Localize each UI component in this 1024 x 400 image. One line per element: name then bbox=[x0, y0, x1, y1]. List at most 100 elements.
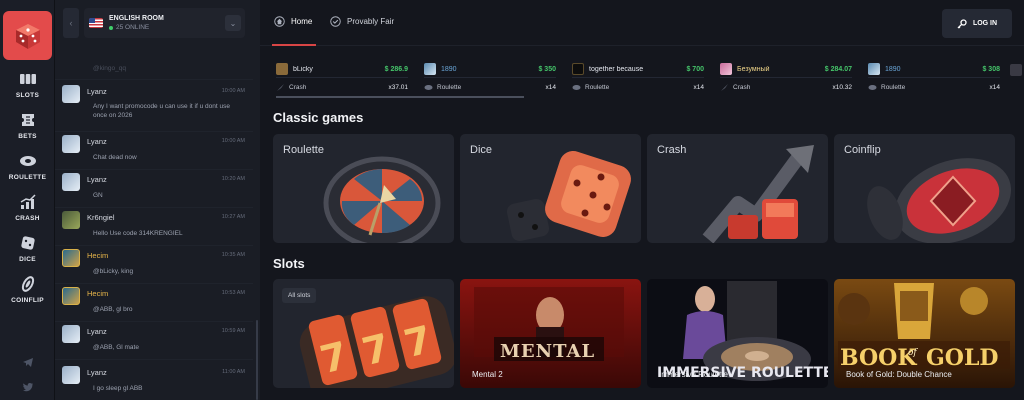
message-time: 10:59 AM bbox=[221, 328, 245, 334]
message-time: 10:00 AM bbox=[221, 88, 245, 94]
roulette-icon bbox=[424, 84, 433, 90]
bet-amount: $ 284.07 bbox=[824, 65, 852, 73]
bet-game: Roulette bbox=[437, 83, 462, 91]
crash-chart-icon bbox=[20, 194, 36, 209]
rail-item-dice[interactable]: DICE bbox=[0, 234, 55, 263]
bet-multiplier: x10.32 bbox=[832, 83, 852, 91]
bet-amount: $ 308 bbox=[982, 65, 1000, 73]
bet-card[interactable]: 1890 $ 308 Roulette x14 bbox=[864, 58, 1004, 98]
message-text: @kingo_qq bbox=[93, 65, 126, 72]
rail-item-slots[interactable]: SLOTS bbox=[0, 70, 55, 99]
slot-reels-art: 7 7 7 bbox=[299, 296, 454, 388]
username[interactable]: Lyanz bbox=[87, 87, 107, 96]
game-tile-crash[interactable]: Crash bbox=[647, 134, 828, 243]
rail-item-coinflip[interactable]: COINFLIP bbox=[0, 275, 55, 304]
svg-text:GOLD: GOLD bbox=[926, 345, 999, 371]
avatar[interactable] bbox=[62, 325, 80, 343]
telegram-link[interactable] bbox=[0, 356, 55, 368]
username[interactable]: Lyanz bbox=[87, 368, 107, 377]
room-name: ENGLISH ROOM bbox=[109, 15, 164, 22]
bet-card[interactable]: Безумный $ 284.07 Crash x10.32 bbox=[716, 58, 856, 98]
avatar[interactable] bbox=[62, 85, 80, 103]
message-time: 10:35 AM bbox=[221, 252, 245, 258]
avatar[interactable] bbox=[62, 173, 80, 191]
chat-room-selector[interactable]: ENGLISH ROOM 25 ONLINE ⌄ bbox=[84, 8, 245, 38]
username[interactable]: Lyanz bbox=[87, 175, 107, 184]
avatar[interactable] bbox=[62, 211, 80, 229]
message-text: @ABB, Gl mate bbox=[93, 344, 139, 351]
username[interactable]: Kr6ngiel bbox=[87, 213, 115, 222]
message-text: Any I want promocode u can use it if u d… bbox=[93, 103, 230, 119]
chat-message: Hecim 10:35 AM @bLicky, king bbox=[55, 246, 253, 284]
key-icon bbox=[957, 18, 967, 28]
chat-message: Lyanz 10:00 AM Chat dead now bbox=[55, 132, 253, 170]
bet-username: bLicky bbox=[293, 65, 313, 73]
tab-fair-label: Provably Fair bbox=[347, 17, 395, 26]
slot-tile-all[interactable]: All slots 7 7 7 bbox=[273, 279, 454, 388]
username[interactable]: Hecim bbox=[87, 251, 108, 260]
coinflip-art bbox=[867, 158, 1012, 243]
tab-home[interactable]: Home bbox=[274, 16, 312, 27]
bet-game: Roulette bbox=[881, 83, 906, 91]
rail-item-label: CRASH bbox=[15, 215, 40, 222]
message-text: Hello Use code 314KRENGIEL bbox=[93, 230, 183, 237]
avatar[interactable] bbox=[62, 135, 80, 153]
rail-item-roulette[interactable]: ROULETTE bbox=[0, 152, 55, 181]
dice-icon bbox=[20, 236, 35, 250]
collapse-chat-button[interactable]: ‹ bbox=[63, 8, 79, 38]
slot-tile-mental[interactable]: MENTAL Mental 2 bbox=[460, 279, 641, 388]
avatar[interactable] bbox=[62, 249, 80, 267]
chat-messages[interactable]: @kingo_qq Lyanz 10:00 AM Any I want prom… bbox=[55, 46, 260, 400]
chevron-left-icon: ‹ bbox=[69, 18, 73, 28]
us-flag-icon bbox=[89, 18, 103, 28]
bet-multiplier: x14 bbox=[989, 83, 1000, 91]
user-avatar bbox=[1010, 64, 1022, 76]
slot-tile-book-of-gold[interactable]: BOOK of GOLD Book of Gold: Double Chance bbox=[834, 279, 1015, 388]
slot-tile-label: Book of Gold: Double Chance bbox=[846, 370, 952, 379]
main-content: Home Provably Fair LOG IN bLicky $ 286.9 … bbox=[260, 0, 1024, 400]
chevron-down-icon[interactable]: ⌄ bbox=[225, 15, 241, 31]
bet-card[interactable]: together because $ 700 Roulette x14 bbox=[568, 58, 708, 98]
coinflip-icon bbox=[21, 276, 34, 292]
game-tile-dice[interactable]: Dice bbox=[460, 134, 641, 243]
crash-chart-art bbox=[702, 145, 814, 243]
telegram-icon bbox=[22, 358, 33, 367]
slots-title: Slots bbox=[273, 256, 305, 271]
message-time: 10:53 AM bbox=[221, 290, 245, 296]
avatar[interactable] bbox=[62, 366, 80, 384]
slot-tile-immersive-roulette[interactable]: IMMERSIVE ROULETTE Immersive Roulette bbox=[647, 279, 828, 388]
top-nav: Home Provably Fair LOG IN bbox=[260, 0, 1024, 46]
message-text: @ABB, gl bro bbox=[93, 306, 133, 313]
chat-scrollbar[interactable] bbox=[256, 320, 258, 400]
bet-card-partial[interactable] bbox=[1010, 58, 1024, 98]
rail-item-bets[interactable]: BETS bbox=[0, 111, 55, 140]
twitter-icon bbox=[22, 383, 33, 392]
login-label: LOG IN bbox=[972, 20, 998, 27]
user-avatar bbox=[276, 63, 288, 75]
bet-username: together because bbox=[589, 65, 644, 73]
crash-rocket-icon bbox=[277, 83, 284, 91]
game-tile-coinflip[interactable]: Coinflip bbox=[834, 134, 1015, 243]
slot-tile-label: Mental 2 bbox=[472, 370, 503, 379]
username[interactable]: Lyanz bbox=[87, 137, 107, 146]
active-tab-indicator bbox=[272, 44, 316, 46]
tab-provably-fair[interactable]: Provably Fair bbox=[330, 16, 394, 27]
bet-card[interactable]: bLicky $ 286.9 Crash x37.01 bbox=[272, 58, 412, 98]
slot-tile-label: Immersive Roulette bbox=[659, 370, 728, 379]
online-dot-icon bbox=[109, 25, 113, 30]
avatar[interactable] bbox=[62, 287, 80, 305]
bet-amount: $ 350 bbox=[538, 65, 556, 73]
bet-card[interactable]: 1890 $ 350 Roulette x14 bbox=[420, 58, 560, 98]
tab-home-label: Home bbox=[291, 17, 313, 26]
card-divider bbox=[424, 77, 556, 78]
username[interactable]: Lyanz bbox=[87, 327, 107, 336]
rail-item-crash[interactable]: CRASH bbox=[0, 193, 55, 222]
twitter-link[interactable] bbox=[0, 381, 55, 393]
chat-message: Lyanz 11:00 AM I go sleep gl ABB bbox=[55, 360, 253, 400]
site-logo[interactable] bbox=[3, 11, 52, 60]
login-button[interactable]: LOG IN bbox=[942, 9, 1012, 38]
chat-message: Lyanz 10:59 AM @ABB, Gl mate bbox=[55, 322, 253, 360]
rail-item-label: COINFLIP bbox=[11, 297, 44, 304]
username[interactable]: Hecim bbox=[87, 289, 108, 298]
game-tile-roulette[interactable]: Roulette bbox=[273, 134, 454, 243]
